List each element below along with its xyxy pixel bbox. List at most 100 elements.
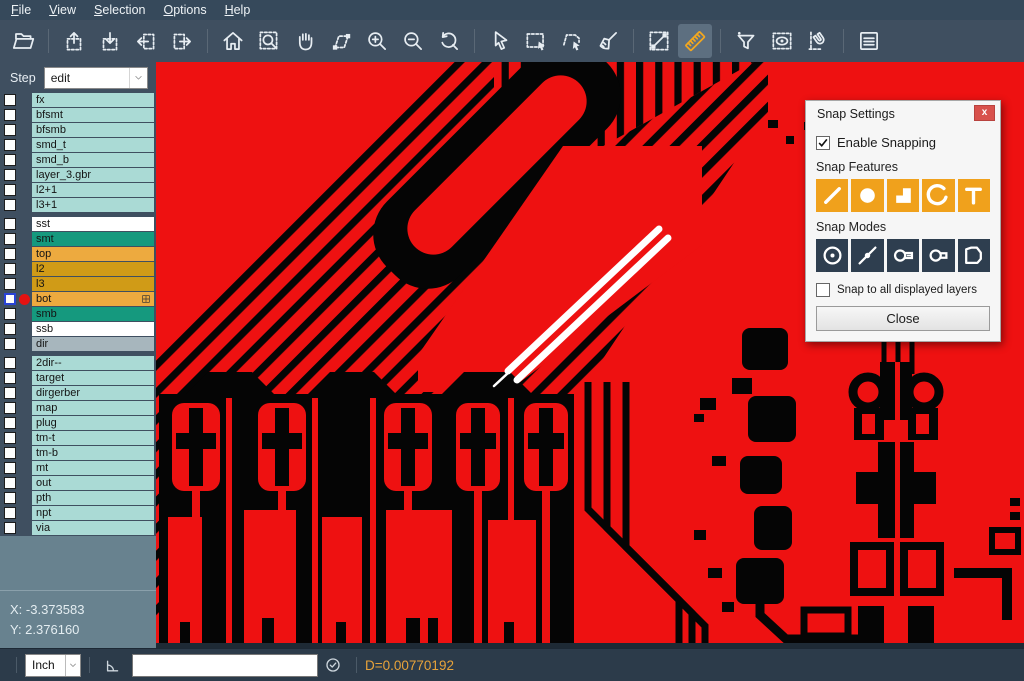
mode-outline-button[interactable] [958,239,990,272]
layer-name-label[interactable]: smt [32,232,154,246]
layer-name-label[interactable]: tm-b [32,446,154,460]
unit-dropdown[interactable]: Inch [25,654,81,677]
menu-help[interactable]: Help [216,3,260,17]
layer-visibility-checkbox[interactable] [4,462,16,474]
layer-visibility-checkbox[interactable] [4,293,16,305]
layer-name-label[interactable]: npt [32,506,154,520]
layer-visibility-checkbox[interactable] [4,278,16,290]
move-up-button[interactable] [57,24,91,58]
layer-name-label[interactable]: map [32,401,154,415]
layer-name-label[interactable]: l2 [32,262,154,276]
layer-visibility-checkbox[interactable] [4,372,16,384]
layer-name-label[interactable]: ssb [32,322,154,336]
open-file-button[interactable] [6,24,40,58]
report-button[interactable] [852,24,886,58]
zoom-home-button[interactable] [216,24,250,58]
enable-snapping-checkbox[interactable]: Enable Snapping [816,135,990,150]
close-button[interactable]: Close [816,306,990,331]
snap-all-layers-checkbox[interactable]: Snap to all displayed layers [816,283,990,297]
layer-visibility-checkbox[interactable] [4,218,16,230]
snap-settings-button[interactable] [801,24,835,58]
layer-visibility-checkbox[interactable] [4,507,16,519]
filter-button[interactable] [729,24,763,58]
layer-name-label[interactable]: out [32,476,154,490]
layer-visibility-checkbox[interactable] [4,124,16,136]
layer-name-label[interactable]: dir [32,337,154,351]
zoom-polygon-button[interactable] [324,24,358,58]
step-dropdown[interactable]: edit [44,67,148,89]
select-rectangle-button[interactable] [519,24,553,58]
layer-visibility-checkbox[interactable] [4,338,16,350]
layer-name-label[interactable]: plug [32,416,154,430]
menu-view[interactable]: View [40,3,85,17]
layer-name-label[interactable]: sst [32,217,154,231]
move-left-button[interactable] [129,24,163,58]
move-right-button[interactable] [165,24,199,58]
layer-name-label[interactable]: l3 [32,277,154,291]
layer-name-label[interactable]: pth [32,491,154,505]
layer-name-label[interactable]: dirgerber [32,386,154,400]
layer-name-label[interactable]: l3+1 [32,198,154,212]
mode-slot-open-button[interactable] [922,239,954,272]
view-options-button[interactable] [765,24,799,58]
layer-visibility-checkbox[interactable] [4,402,16,414]
layer-visibility-checkbox[interactable] [4,233,16,245]
layer-name-label[interactable]: top [32,247,154,261]
layer-visibility-checkbox[interactable] [4,387,16,399]
snap-corner-button[interactable] [887,179,919,212]
layer-visibility-checkbox[interactable] [4,417,16,429]
zoom-reset-button[interactable] [432,24,466,58]
zoom-in-button[interactable] [360,24,394,58]
layer-name-label[interactable]: target [32,371,154,385]
move-down-button[interactable] [93,24,127,58]
snap-pad-button[interactable] [851,179,883,212]
layer-name-label[interactable]: smb [32,307,154,321]
layer-name-label[interactable]: 2dir-- [32,356,154,370]
mode-slot-button[interactable] [887,239,919,272]
snap-arc-button[interactable] [922,179,954,212]
menu-options[interactable]: Options [154,3,215,17]
layer-visibility-checkbox[interactable] [4,323,16,335]
layer-visibility-checkbox[interactable] [4,169,16,181]
command-input[interactable] [132,654,318,677]
layer-name-label[interactable]: bfsmb [32,123,154,137]
layer-visibility-checkbox[interactable] [4,139,16,151]
zoom-window-button[interactable] [252,24,286,58]
layer-name-label[interactable]: l2+1 [32,183,154,197]
layer-visibility-checkbox[interactable] [4,522,16,534]
layer-name-label[interactable]: bfsmt [32,108,154,122]
menu-selection[interactable]: Selection [85,3,154,17]
layer-visibility-checkbox[interactable] [4,184,16,196]
mode-midline-button[interactable] [851,239,883,272]
layer-name-label[interactable]: bot [32,292,154,306]
snap-text-button[interactable] [958,179,990,212]
layer-visibility-checkbox[interactable] [4,492,16,504]
layer-visibility-checkbox[interactable] [4,109,16,121]
layer-visibility-checkbox[interactable] [4,154,16,166]
layer-name-label[interactable]: via [32,521,154,535]
layer-visibility-checkbox[interactable] [4,308,16,320]
select-button[interactable] [483,24,517,58]
close-icon[interactable]: x [974,105,995,121]
layer-visibility-checkbox[interactable] [4,199,16,211]
snap-line-button[interactable] [816,179,848,212]
pan-button[interactable] [288,24,322,58]
layer-name-label[interactable]: smd_t [32,138,154,152]
select-polygon-button[interactable] [555,24,589,58]
layer-name-label[interactable]: layer_3.gbr [32,168,154,182]
layer-visibility-checkbox[interactable] [4,477,16,489]
layer-name-label[interactable]: tm-t [32,431,154,445]
measure-button[interactable] [642,24,676,58]
clean-button[interactable] [591,24,625,58]
layer-name-label[interactable]: smd_b [32,153,154,167]
mode-center-button[interactable] [816,239,848,272]
layer-visibility-checkbox[interactable] [4,357,16,369]
layer-visibility-checkbox[interactable] [4,447,16,459]
layer-name-label[interactable]: mt [32,461,154,475]
layer-visibility-checkbox[interactable] [4,432,16,444]
layer-name-label[interactable]: fx [32,93,154,107]
menu-file[interactable]: File [2,3,40,17]
sync-icon[interactable] [323,655,343,675]
layer-visibility-checkbox[interactable] [4,94,16,106]
layer-visibility-checkbox[interactable] [4,263,16,275]
